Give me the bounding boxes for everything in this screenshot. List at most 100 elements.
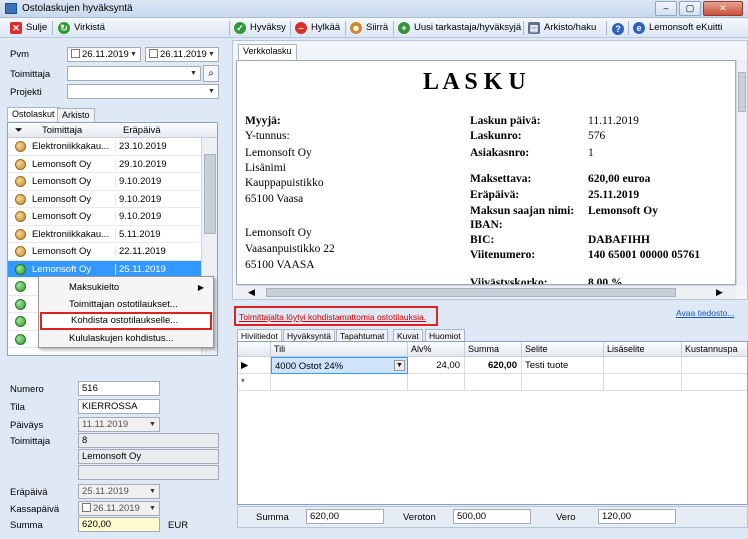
status-dot-icon [15,281,26,292]
summa-label: Summa [10,520,43,531]
invoice-field-label: Maksun saajan nimi: [470,205,575,217]
menu-item-supplier-orders[interactable]: Toimittajan ostotilaukset... [40,296,212,313]
status-dot-icon [15,263,26,275]
supplier-cell: Elektroniikkakau... [32,228,110,240]
status-dot-icon [15,246,26,257]
open-file-link[interactable]: Avaa tiedosto... [676,308,734,318]
kustannus-cell[interactable] [682,357,747,374]
tila-label: Tila [10,402,25,413]
lisaselite-cell[interactable] [604,374,682,391]
erapaiva-field: 25.11.2019 ▼ [78,484,160,499]
numero-field[interactable]: 516 [78,381,160,396]
app-icon [5,3,17,14]
chevron-down-icon[interactable]: ▼ [394,360,405,371]
refresh-button[interactable]: ↻ Virkistä [58,20,105,36]
filter-icon[interactable]: ⏷ [15,125,23,136]
document-vscrollbar[interactable] [736,60,747,285]
invoice-row[interactable]: Lemonsoft Oy 22.11.2019 [8,243,217,261]
due-date-cell: 25.11.2019 [115,263,166,275]
status-dot-icon [15,211,26,222]
tili-cell[interactable] [271,374,408,391]
col-supplier[interactable]: Toimittaja [42,125,82,136]
menu-item-allocate-to-order[interactable]: Kohdista ostotilaukselle... [40,312,212,330]
tab-arkisto[interactable]: Arkisto [57,108,95,122]
invoice-row[interactable]: Lemonsoft Oy 9.10.2019 [8,173,217,191]
invoice-document: L A S K U Myyjä: Y-tunnus: Lemonsoft Oy … [236,60,736,285]
date-to-field[interactable]: 26.11.2019 ▼ [145,47,219,62]
date-to-value: 26.11.2019 [160,49,207,60]
vero-field[interactable]: 120,00 [598,509,676,524]
tili-value: 4000 Ostot 24% [275,361,344,372]
invoice-row[interactable]: Lemonsoft Oy 9.10.2019 [8,191,217,208]
close-window-button[interactable]: ✕ [703,1,743,16]
scroll-left-icon[interactable]: ◀ [248,287,255,298]
scroll-right-icon[interactable]: ▶ [716,287,723,298]
project-filter-combo[interactable]: ▼ [67,84,219,99]
col-lisaselite[interactable]: Lisäselite [604,342,682,357]
invoice-row[interactable]: Elektroniikkakau... 23.10.2019 [8,138,217,156]
col-summa[interactable]: Summa [465,342,522,357]
alv-cell[interactable]: 24,00 [408,357,465,374]
new-checker-button[interactable]: + Uusi tarkastaja/hyväksyjä [398,20,521,36]
maximize-button[interactable]: ▢ [679,1,701,16]
lisaselite-cell[interactable] [604,357,682,374]
erapaiva-label: Eräpäivä [10,487,48,498]
invoice-row[interactable]: Lemonsoft Oy 29.10.2019 [8,156,217,173]
invoice-field-label: Asiakasnro: [470,147,530,159]
minimize-button[interactable]: – [655,1,677,16]
col-selite[interactable]: Selite [522,342,604,357]
archive-button[interactable]: ▤ Arkisto/haku [528,20,596,36]
chevron-down-icon[interactable]: ▼ [188,68,199,79]
selite-cell[interactable]: Testi tuote [522,357,604,374]
ytunnus-label: Y-tunnus: [245,130,290,142]
date-from-field[interactable]: 26.11.2019 ▼ [67,47,141,62]
tila-field[interactable]: KIERROSSA [78,399,160,414]
kustannus-cell[interactable] [682,374,747,391]
project-filter-label: Projekti [10,87,42,98]
selite-cell[interactable] [522,374,604,391]
summa-cell[interactable] [465,374,522,391]
unallocated-orders-link[interactable]: Toimittajalta löytyi kohdistamattomia os… [239,312,426,322]
invoice-field-value: DABAFIHH [588,234,650,246]
menu-item-expense-allocation[interactable]: Kululaskujen kohdistus... [40,330,212,347]
supplier-filter-combo[interactable]: ▼ [67,66,201,81]
chevron-down-icon[interactable]: ▼ [206,49,217,60]
supplier-id-field[interactable]: 8 [78,433,219,448]
seller-line: Kauppapuistikko [245,177,324,189]
invoice-row[interactable]: Lemonsoft Oy 9.10.2019 [8,208,217,226]
chevron-down-icon[interactable]: ▼ [128,49,139,60]
document-hscrollbar[interactable]: ◀ ▶ [236,285,736,299]
menu-item-payment-block[interactable]: Maksukielto ▶ [40,279,212,296]
date-to-checkbox[interactable] [149,49,158,58]
supplier-name-field[interactable]: Lemonsoft Oy [78,449,219,464]
transfer-button[interactable]: ☻ Siirrä [350,20,388,36]
tili-cell[interactable]: 4000 Ostot 24% ▼ [271,357,408,374]
ekuitti-button[interactable]: e Lemonsoft eKuitti [633,20,722,36]
summa-cell[interactable]: 620,00 [465,357,522,374]
alv-cell[interactable] [408,374,465,391]
col-kustannus[interactable]: Kustannuspa [682,342,747,357]
col-due-date[interactable]: Eräpäivä [123,125,161,136]
tab-verkkolasku[interactable]: Verkkolasku [238,44,297,60]
summa-field[interactable]: 620,00 [78,517,160,532]
search-icon[interactable]: ⌕ [203,65,219,82]
invoice-field-value: 620,00 euroa [588,173,651,185]
close-button[interactable]: ✕ Sulje [10,20,47,36]
reject-button[interactable]: – Hylkää [295,20,340,36]
reject-label: Hylkää [311,22,341,33]
total-summa-field[interactable]: 620,00 [306,509,384,524]
approve-button[interactable]: ✓ Hyväksy [234,20,286,36]
kassapaiva-checkbox [82,503,91,512]
buyer-line: Vaasanpuistikko 22 [245,243,335,255]
help-button[interactable]: ? [612,20,624,36]
invoice-field-value: Lemonsoft Oy [588,205,658,217]
tab-ostolaskut[interactable]: Ostolaskut [7,107,60,121]
date-from-checkbox[interactable] [71,49,80,58]
status-dot-icon [15,158,26,170]
supplier-extra-field[interactable] [78,465,219,480]
chevron-down-icon[interactable]: ▼ [206,86,217,97]
invoice-row[interactable]: Elektroniikkakau... 5.11.2019 [8,226,217,243]
col-tili[interactable]: Tili [271,342,408,357]
col-alv[interactable]: Alv% [408,342,465,357]
veroton-field[interactable]: 500,00 [453,509,531,524]
